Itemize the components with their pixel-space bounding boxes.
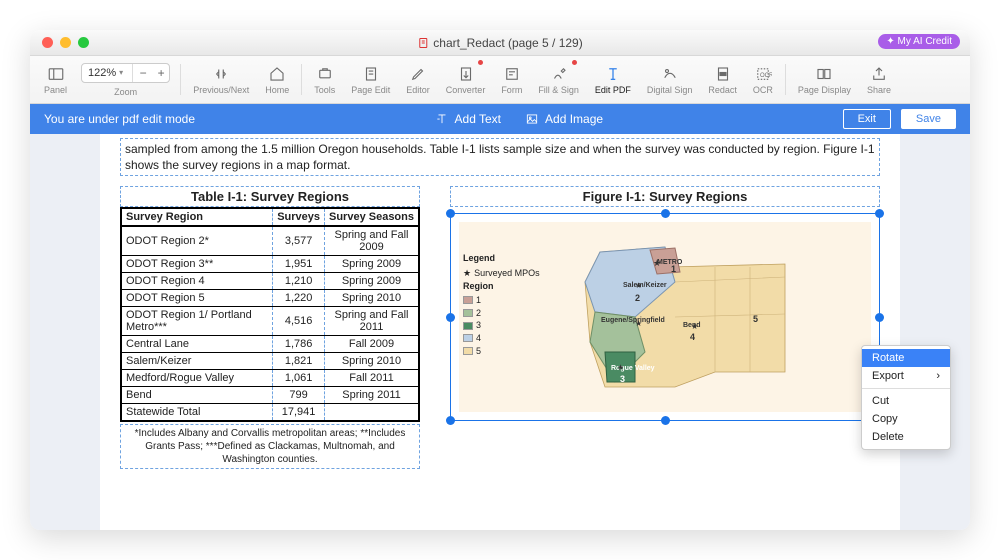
resize-handle[interactable] (875, 313, 884, 322)
resize-handle[interactable] (446, 416, 455, 425)
svg-text:★: ★ (635, 319, 642, 328)
zoom-group: 122%▾ − + Zoom (75, 56, 176, 103)
context-menu: Rotate Export› Cut Copy Delete (861, 345, 951, 450)
pdf-page: sampled from among the 1.5 million Orego… (100, 134, 900, 530)
svg-text:2: 2 (635, 293, 640, 303)
digital-sign-button[interactable]: Digital Sign (639, 56, 701, 103)
svg-text:Eugene/Springfield: Eugene/Springfield (601, 317, 665, 324)
page-display-button[interactable]: Page Display (790, 56, 859, 103)
svg-text:1: 1 (671, 264, 676, 274)
svg-text:Salem/Keizer: Salem/Keizer (623, 282, 667, 289)
fill-sign-button[interactable]: Fill & Sign (530, 56, 587, 103)
titlebar: chart_Redact (page 5 / 129) ✦ My AI Cred… (30, 30, 970, 56)
save-button[interactable]: Save (901, 109, 956, 129)
table-row[interactable]: ODOT Region 41,210Spring 2009 (121, 273, 419, 290)
page-edit-button[interactable]: Page Edit (343, 56, 398, 103)
menu-rotate[interactable]: Rotate (862, 349, 950, 367)
zoom-out-button[interactable]: − (135, 64, 151, 82)
paragraph-block[interactable]: sampled from among the 1.5 million Orego… (120, 138, 880, 176)
close-icon[interactable] (42, 37, 53, 48)
figure-caption[interactable]: Figure I-1: Survey Regions (450, 186, 880, 207)
table-row[interactable]: ODOT Region 2*3,577Spring and Fall 2009 (121, 226, 419, 256)
editor-button[interactable]: Editor (398, 56, 438, 103)
chevron-right-icon: › (936, 370, 940, 382)
svg-text:★: ★ (617, 363, 624, 372)
converter-button[interactable]: Converter (438, 56, 494, 103)
menu-export[interactable]: Export› (862, 367, 950, 385)
table-row[interactable]: Central Lane1,786Fall 2009 (121, 336, 419, 353)
zoom-label: Zoom (114, 87, 137, 97)
table-row[interactable]: ODOT Region 1/ Portland Metro***4,516Spr… (121, 307, 419, 336)
toolbar: Panel 122%▾ − + Zoom Previous/Next Home … (30, 56, 970, 104)
prev-next-button[interactable]: Previous/Next (185, 56, 257, 103)
minimize-icon[interactable] (60, 37, 71, 48)
edit-pdf-button[interactable]: Edit PDF (587, 56, 639, 103)
exit-button[interactable]: Exit (843, 109, 891, 129)
redact-button[interactable]: Redact (700, 56, 745, 103)
ocr-button[interactable]: OCROCR (745, 56, 781, 103)
svg-text:★: ★ (653, 258, 661, 268)
survey-table[interactable]: Survey RegionSurveysSurvey Seasons ODOT … (120, 207, 420, 422)
window-controls (42, 37, 89, 48)
menu-copy[interactable]: Copy (862, 410, 950, 428)
form-button[interactable]: Form (493, 56, 530, 103)
table-row[interactable]: Statewide Total17,941 (121, 404, 419, 422)
add-image-button[interactable]: Add Image (525, 112, 603, 126)
svg-text:3: 3 (620, 374, 625, 384)
maximize-icon[interactable] (78, 37, 89, 48)
table-row[interactable]: Medford/Rogue Valley1,061Fall 2011 (121, 370, 419, 387)
add-text-button[interactable]: Add Text (435, 112, 501, 126)
edit-mode-message: You are under pdf edit mode (44, 112, 195, 126)
svg-text:5: 5 (753, 314, 758, 324)
table-row[interactable]: ODOT Region 3**1,951Spring 2009 (121, 256, 419, 273)
table-row[interactable]: ODOT Region 51,220Spring 2010 (121, 290, 419, 307)
panel-button[interactable]: Panel (36, 56, 75, 103)
menu-cut[interactable]: Cut (862, 392, 950, 410)
table-footnote[interactable]: *Includes Albany and Corvallis metropoli… (120, 424, 420, 469)
document-viewport[interactable]: sampled from among the 1.5 million Orego… (30, 134, 970, 530)
map-legend: Legend ★Surveyed MPOs Region 1 2 3 4 5 (463, 252, 540, 357)
tools-button[interactable]: Tools (306, 56, 343, 103)
ai-credit-badge[interactable]: ✦ My AI Credit (878, 34, 960, 49)
svg-text:★: ★ (635, 281, 642, 290)
table-row[interactable]: Bend799Spring 2011 (121, 387, 419, 404)
table-row[interactable]: Salem/Keizer1,821Spring 2010 (121, 353, 419, 370)
resize-handle[interactable] (446, 313, 455, 322)
svg-text:★: ★ (691, 322, 698, 331)
resize-handle[interactable] (661, 209, 670, 218)
zoom-value[interactable]: 122%▾ (82, 64, 133, 82)
home-button[interactable]: Home (257, 56, 297, 103)
resize-handle[interactable] (875, 209, 884, 218)
menu-delete[interactable]: Delete (862, 428, 950, 446)
map-image: METRO 1 Salem/Keizer 2 Eugene/Springfiel… (459, 222, 871, 412)
table-caption[interactable]: Table I-1: Survey Regions (120, 186, 420, 207)
resize-handle[interactable] (446, 209, 455, 218)
app-window: chart_Redact (page 5 / 129) ✦ My AI Cred… (30, 30, 970, 530)
window-title: chart_Redact (page 5 / 129) (417, 36, 582, 50)
edit-mode-bar: You are under pdf edit mode Add Text Add… (30, 104, 970, 134)
document-icon (417, 37, 429, 49)
resize-handle[interactable] (661, 416, 670, 425)
zoom-in-button[interactable]: + (153, 64, 169, 82)
svg-text:4: 4 (690, 332, 695, 342)
svg-text:OCR: OCR (760, 73, 772, 79)
share-button[interactable]: Share (859, 56, 899, 103)
selected-image-frame[interactable]: METRO 1 Salem/Keizer 2 Eugene/Springfiel… (450, 213, 880, 421)
